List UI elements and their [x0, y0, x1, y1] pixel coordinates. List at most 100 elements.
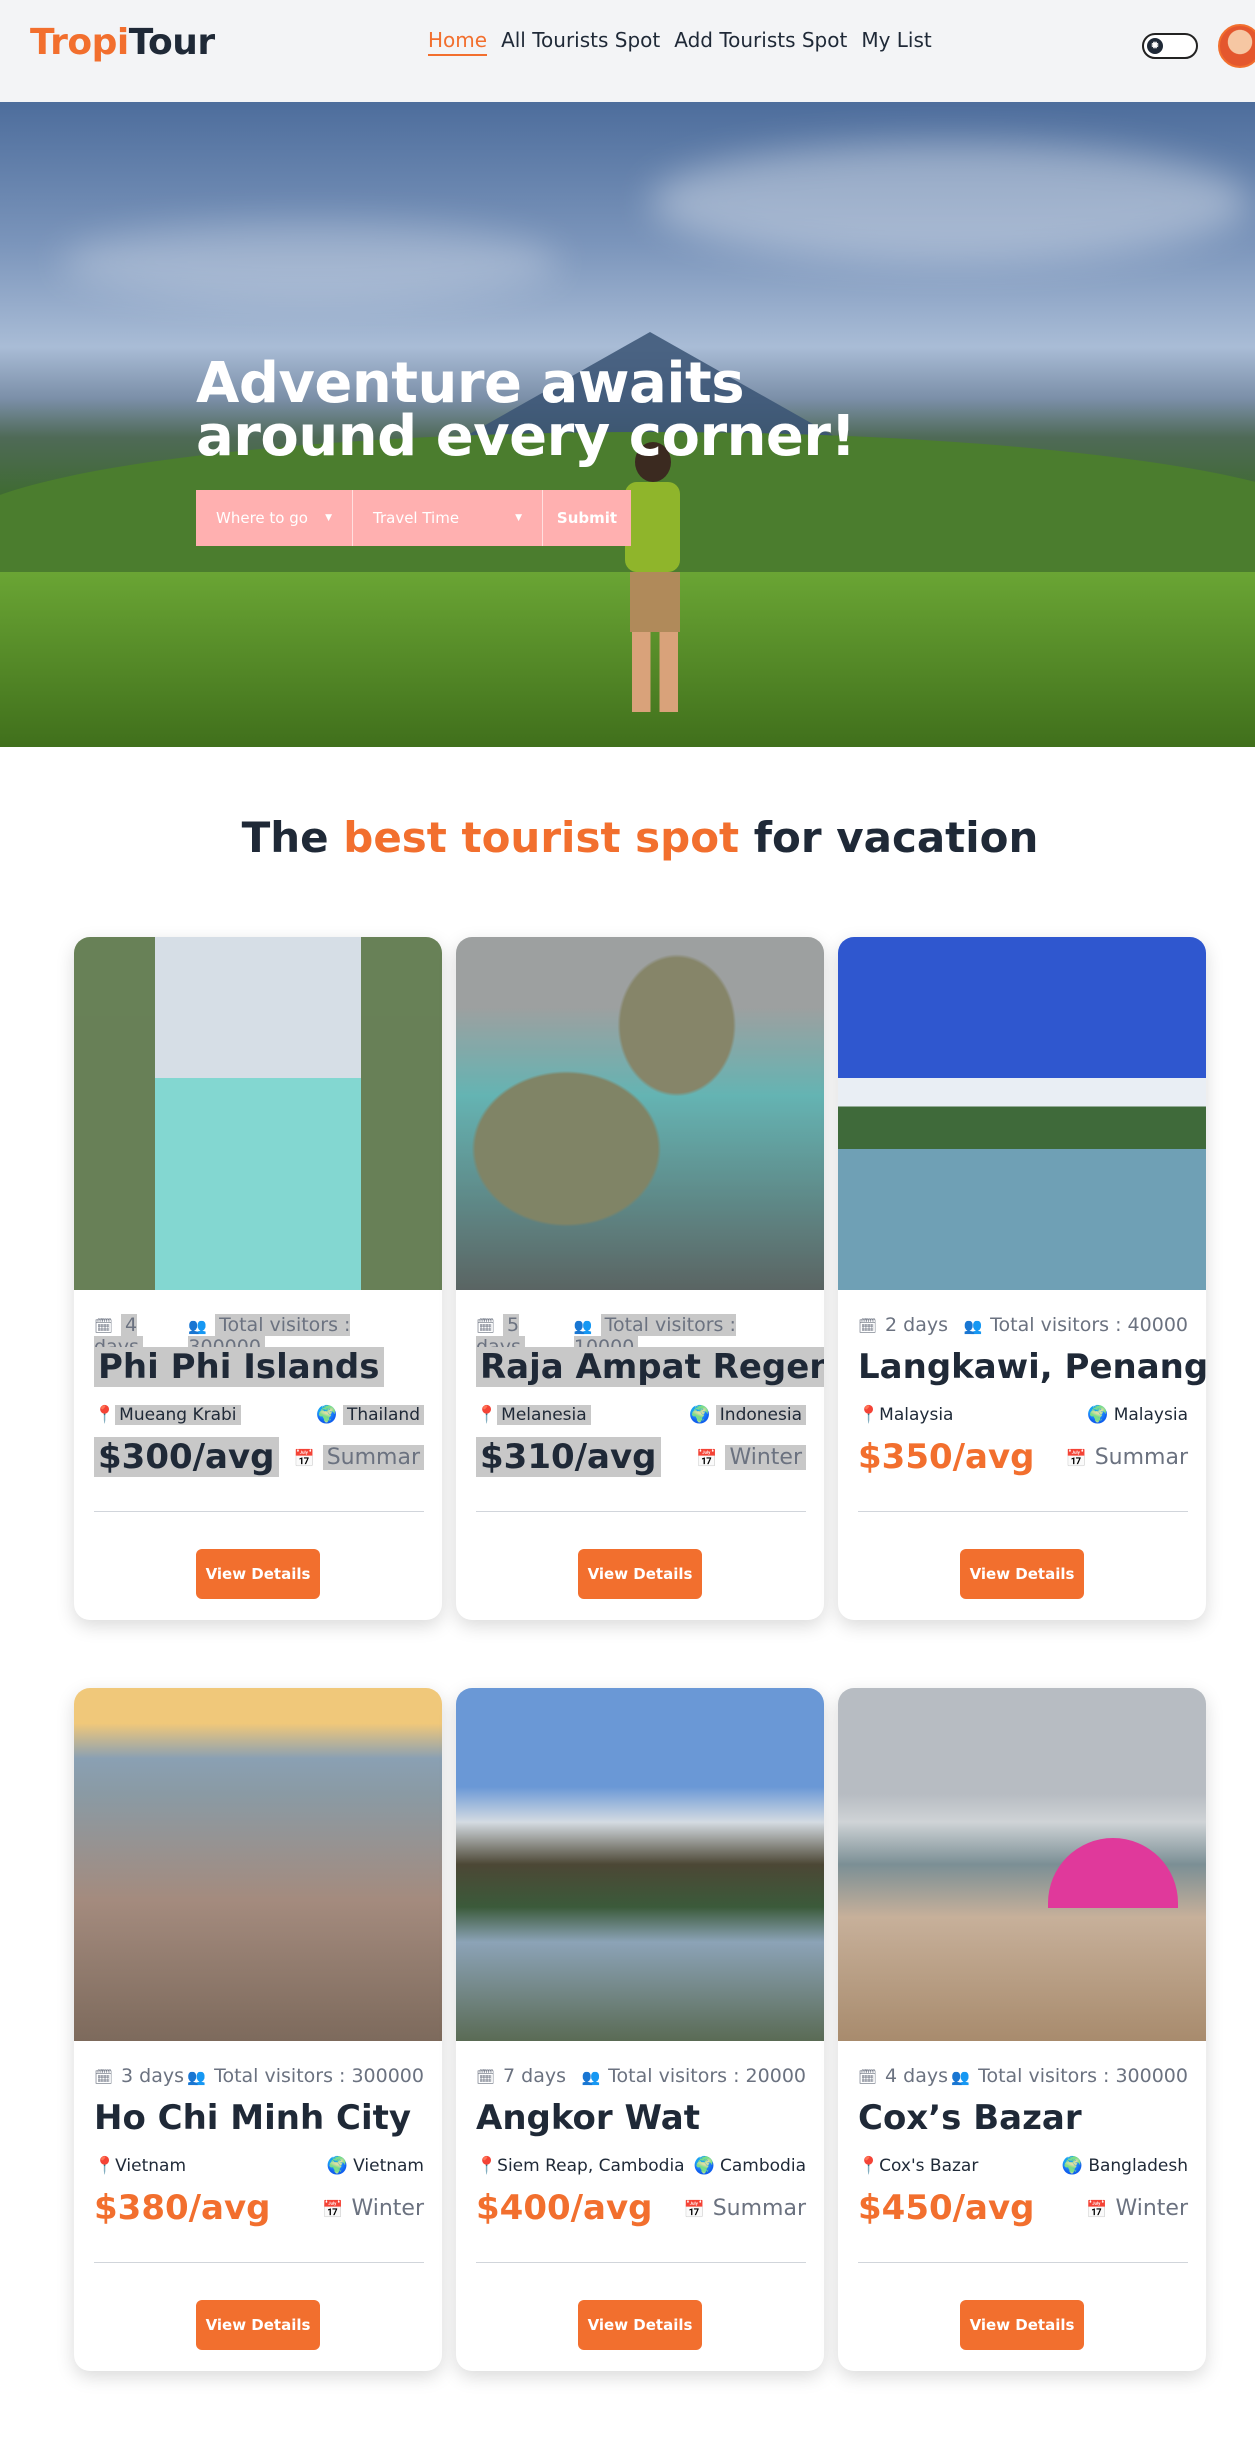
- view-details-button[interactable]: View Details: [578, 1549, 702, 1599]
- calendar-clock-icon: 📅: [683, 2200, 705, 2220]
- card-season: Winter: [1115, 2196, 1188, 2221]
- theme-toggle[interactable]: ✹: [1142, 33, 1198, 59]
- map-pin-icon: 📍: [476, 2156, 498, 2176]
- card-location-row: 📍Malaysia 🌍 Malaysia: [858, 1405, 1188, 1425]
- map-pin-icon: 📍: [858, 1405, 880, 1425]
- spot-image: [456, 1688, 824, 2041]
- calendar-clock-icon: 📅: [322, 2200, 344, 2220]
- card-season-row: 📅 Summar: [1066, 1445, 1188, 1470]
- users-icon: 👥: [188, 1317, 208, 1335]
- card-season-row: 📅 Winter: [1086, 2196, 1188, 2221]
- chevron-down-icon: ▼: [325, 513, 332, 523]
- navbar: TropiTour Home All Tourists Spot Add Tou…: [0, 0, 1255, 102]
- view-details-button[interactable]: View Details: [578, 2300, 702, 2350]
- travel-time-label: Travel Time: [373, 509, 460, 527]
- calendar-clock-icon: 📅: [696, 1449, 718, 1469]
- calendar-icon: 🗓: [94, 1317, 114, 1335]
- logo-part-2: Tour: [128, 22, 215, 63]
- nav-link-home[interactable]: Home: [428, 28, 488, 56]
- map-pin-icon: 📍: [94, 1405, 116, 1425]
- spot-card: 🗓 2 days 👥 Total visitors : 40000 Langkawi…: [838, 937, 1206, 1620]
- hero-title: Adventure awaits around every corner!: [196, 351, 856, 469]
- card-country: Thailand: [342, 1405, 424, 1425]
- card-meta: 🗓 2 days 👥 Total visitors : 40000: [858, 1314, 1188, 1336]
- card-country: Cambodia: [720, 2156, 806, 2176]
- section-title-part-2: for vacation: [739, 813, 1039, 862]
- card-season: Summar: [1094, 1445, 1188, 1470]
- spot-card: 🗓 4 days 👥 Total visitors : 300000 Cox’s B…: [838, 1688, 1206, 2371]
- where-to-go-label: Where to go: [216, 509, 308, 527]
- calendar-icon: 🗓: [858, 2068, 878, 2086]
- logo[interactable]: TropiTour: [30, 22, 215, 63]
- card-price: $400/avg: [476, 2188, 653, 2228]
- nav-link-my-list[interactable]: My List: [861, 28, 931, 56]
- card-divider: [858, 2262, 1188, 2263]
- card-season-row: 📅 Summar: [684, 2196, 806, 2221]
- spot-image: [74, 1688, 442, 2041]
- card-location: Siem Reap, Cambodia: [497, 2156, 685, 2176]
- spot-image: [838, 1688, 1206, 2041]
- map-pin-icon: 📍: [858, 2156, 880, 2176]
- card-divider: [476, 2262, 806, 2263]
- card-location-row: 📍Siem Reap, Cambodia 🌍 Cambodia: [476, 2156, 806, 2176]
- card-meta: 🗓 4 days 👥 Total visitors : 300000: [858, 2065, 1188, 2087]
- card-meta: 🗓 3 days 👥 Total visitors : 300000: [94, 2065, 424, 2087]
- spot-card: 🗓5 days 👥Total visitors : 10000 Raja Amp…: [456, 937, 824, 1620]
- card-price: $450/avg: [858, 2188, 1035, 2228]
- spot-image: [74, 937, 442, 1290]
- calendar-clock-icon: 📅: [1086, 2200, 1108, 2220]
- nav-links: Home All Tourists Spot Add Tourists Spot…: [428, 28, 932, 56]
- globe-icon: 🌍: [693, 2156, 715, 2176]
- search-bar: Where to go ▼ Travel Time ▼ Submit: [196, 490, 631, 546]
- card-divider: [94, 2262, 424, 2263]
- card-title: Cox’s Bazar: [858, 2098, 1082, 2138]
- users-icon: 👥: [581, 2068, 601, 2086]
- spot-card: 🗓4 days 👥Total visitors : 300000 Phi Phi…: [74, 937, 442, 1620]
- card-title: Langkawi, Penang: [858, 1347, 1206, 1387]
- card-season-row: 📅 Winter: [696, 1445, 806, 1470]
- umbrella-graphic: [1048, 1838, 1178, 1908]
- nav-link-add-spot[interactable]: Add Tourists Spot: [674, 28, 847, 56]
- globe-icon: 🌍: [1061, 2156, 1083, 2176]
- hero-hiker-image: [600, 442, 710, 722]
- section-title: The best tourist spot for vacation: [0, 813, 1255, 862]
- card-title: Phi Phi Islands: [94, 1347, 384, 1387]
- card-price: $310/avg: [476, 1437, 661, 1477]
- card-title: Ho Chi Minh City: [94, 2098, 412, 2138]
- submit-button[interactable]: Submit: [543, 490, 631, 546]
- hero-cloud: [60, 222, 560, 302]
- calendar-icon: 🗓: [476, 2068, 496, 2086]
- nav-link-all-spots[interactable]: All Tourists Spot: [501, 28, 660, 56]
- view-details-button[interactable]: View Details: [960, 2300, 1084, 2350]
- globe-icon: 🌍: [1087, 1405, 1109, 1425]
- card-days: 4 days: [885, 2065, 949, 2087]
- view-details-button[interactable]: View Details: [196, 2300, 320, 2350]
- travel-time-select[interactable]: Travel Time ▼: [353, 490, 543, 546]
- where-to-go-select[interactable]: Where to go ▼: [196, 490, 353, 546]
- card-title: Angkor Wat: [476, 2098, 701, 2138]
- users-icon: 👥: [573, 1317, 593, 1335]
- card-days: 2 days: [885, 1314, 949, 1336]
- card-location: Mueang Krabi: [115, 1405, 241, 1425]
- calendar-icon: 🗓: [476, 1317, 496, 1335]
- card-season-row: 📅 Summar: [294, 1445, 424, 1470]
- card-price: $350/avg: [858, 1437, 1035, 1477]
- card-country: Vietnam: [353, 2156, 424, 2176]
- globe-icon: 🌍: [316, 1405, 338, 1425]
- spot-card: 🗓 3 days 👥 Total visitors : 300000 Ho Chi …: [74, 1688, 442, 2371]
- card-season: Summar: [322, 1445, 424, 1470]
- globe-icon: 🌍: [326, 2156, 348, 2176]
- card-divider: [476, 1511, 806, 1512]
- card-season-row: 📅 Winter: [322, 2196, 424, 2221]
- globe-icon: 🌍: [689, 1405, 711, 1425]
- card-days: 3 days: [121, 2065, 185, 2087]
- avatar[interactable]: [1218, 24, 1255, 68]
- card-country: Malaysia: [1113, 1405, 1188, 1425]
- calendar-clock-icon: 📅: [293, 1449, 315, 1469]
- card-visitors: Total visitors : 300000: [214, 2065, 424, 2087]
- card-location-row: 📍Vietnam 🌍 Vietnam: [94, 2156, 424, 2176]
- hero-cloud: [650, 142, 1250, 262]
- spot-image: [838, 937, 1206, 1290]
- view-details-button[interactable]: View Details: [196, 1549, 320, 1599]
- view-details-button[interactable]: View Details: [960, 1549, 1084, 1599]
